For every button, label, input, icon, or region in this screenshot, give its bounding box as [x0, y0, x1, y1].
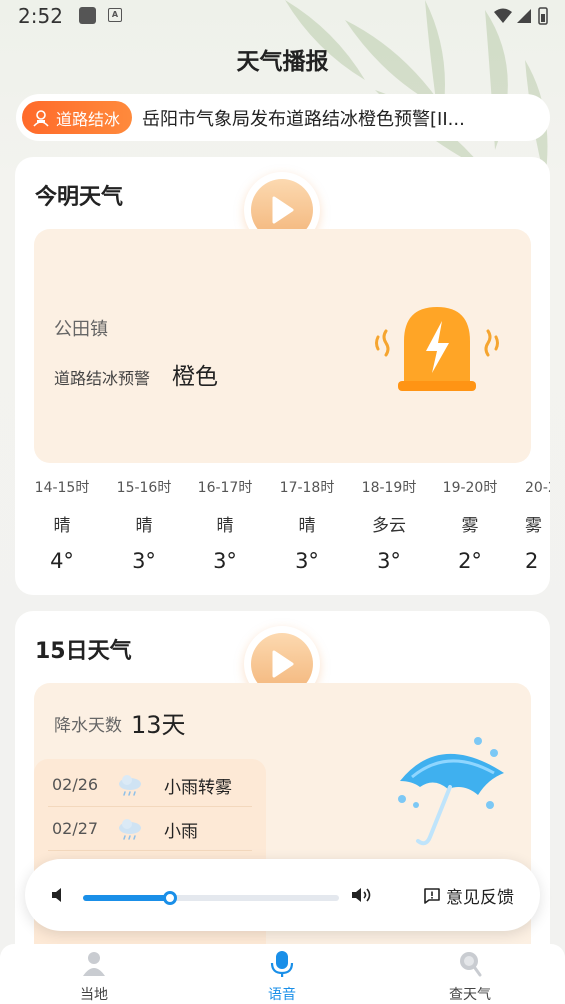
feedback-icon: [424, 887, 440, 904]
volume-low-icon[interactable]: [51, 887, 69, 903]
hourly-forecast[interactable]: 14-15时 晴 4° 15-16时 晴 3° 16-17时 晴 3° 17-1…: [15, 477, 550, 587]
umbrella-icon: [398, 737, 504, 846]
nav-item-search-weather[interactable]: 查天气: [410, 950, 530, 1004]
nav-item-voice[interactable]: 语音: [222, 950, 342, 1004]
alarm-bell-icon: [375, 307, 499, 391]
audio-player: 意见反馈: [25, 859, 540, 931]
hour-item: 14-15时 晴 4°: [34, 480, 90, 573]
alert-text: 岳阳市气象局发布道路结冰橙色预警[II...: [142, 108, 465, 130]
system-status-icons: [494, 7, 548, 25]
rain-days-label: 降水天数: [54, 716, 122, 736]
forecast-card-title: 15日天气: [35, 639, 132, 664]
hour-item: 15-16时 晴 3°: [116, 480, 172, 573]
location-person-icon: [83, 952, 105, 976]
warning-level: 橙色: [172, 364, 218, 390]
forecast-15day-card: 15日天气 降水天数 13天 02/26 小雨转雾 02/27 小雨: [15, 611, 550, 991]
alert-tag-label: 道路结冰: [56, 109, 121, 129]
notification-app-icon: [79, 7, 96, 24]
progress-knob[interactable]: [163, 891, 178, 905]
progress-fill: [83, 895, 171, 901]
today-card-title: 今明天气: [35, 185, 124, 210]
nav-item-local[interactable]: 当地: [34, 950, 154, 1004]
alert-tag: 道路结冰: [22, 101, 133, 134]
list-item: 02/26 小雨转雾: [34, 763, 266, 807]
page-title: 天气播报: [236, 49, 329, 75]
wifi-icon: [494, 8, 512, 23]
microphone-icon: [270, 951, 294, 977]
bottom-nav: 当地 语音 查天气: [0, 944, 565, 1004]
warning-type: 道路结冰预警: [54, 369, 151, 388]
warning-panel: 公田镇 道路结冰预警 橙色: [34, 229, 531, 463]
hour-item: 18-19时 多云 3°: [361, 480, 417, 573]
list-item: 02/27 小雨: [34, 807, 266, 851]
status-time: 2:52: [18, 4, 63, 28]
search-weather-icon: [460, 952, 482, 977]
hour-item: 20-2 雾 2: [525, 480, 550, 573]
status-bar: 2:52 A: [0, 0, 565, 34]
notification-a-icon: A: [108, 8, 122, 22]
hour-item: 17-18时 晴 3°: [279, 480, 335, 573]
feedback-button[interactable]: 意见反馈: [423, 883, 514, 908]
play-icon: [272, 650, 294, 678]
warning-person-icon: [33, 109, 49, 127]
hour-item: 19-20时 雾 2°: [442, 480, 498, 573]
today-weather-card: 今明天气 公田镇 道路结冰预警 橙色 14-15时 晴 4° 15-16时 晴 …: [15, 157, 550, 595]
alert-banner[interactable]: 道路结冰 岳阳市气象局发布道路结冰橙色预警[II...: [16, 94, 550, 141]
feedback-label: 意见反馈: [446, 888, 514, 908]
volume-high-icon[interactable]: [351, 887, 373, 903]
rain-cloud-icon: [119, 775, 141, 796]
play-icon: [272, 196, 294, 224]
rain-days-value: 13天: [131, 711, 186, 739]
hour-item: 16-17时 晴 3°: [197, 480, 253, 573]
warning-town: 公田镇: [54, 319, 108, 340]
signal-icon: [517, 9, 531, 23]
rain-cloud-icon: [119, 819, 141, 840]
progress-slider[interactable]: [83, 891, 339, 905]
